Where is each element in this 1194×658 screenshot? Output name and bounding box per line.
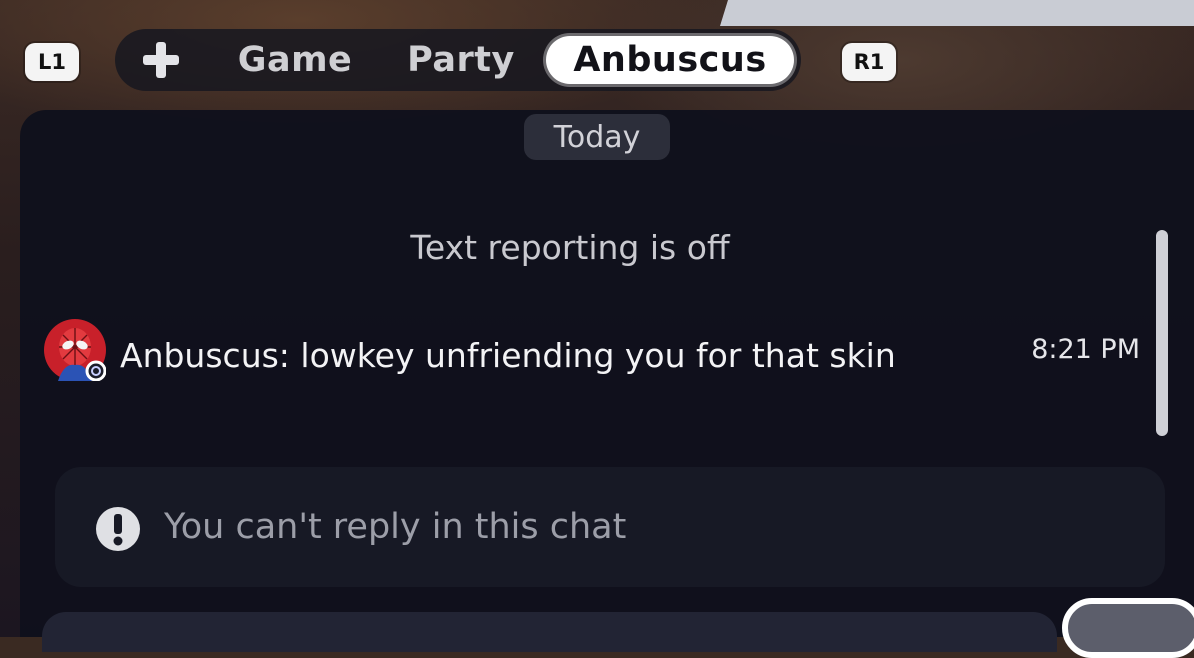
plus-icon xyxy=(143,42,179,78)
reply-disabled-text: You can't reply in this chat xyxy=(164,507,627,547)
spider-man-avatar-icon[interactable] xyxy=(44,319,107,382)
add-chat-button[interactable] xyxy=(139,42,183,78)
reporting-notice: Text reporting is off xyxy=(410,228,730,267)
message-timestamp: 8:21 PM xyxy=(1031,334,1140,365)
bottom-action-button[interactable] xyxy=(1062,598,1194,658)
tab-party[interactable]: Party xyxy=(403,39,519,81)
chat-message-text: Anbuscus: lowkey unfriending you for tha… xyxy=(120,336,896,375)
r1-bumper-badge[interactable]: R1 xyxy=(842,43,896,81)
background-highlight xyxy=(720,0,1194,26)
chat-scrollbar[interactable] xyxy=(1156,230,1168,436)
tab-anbuscus[interactable]: Anbuscus xyxy=(546,36,794,84)
bottom-input-bar xyxy=(42,612,1057,652)
date-separator: Today xyxy=(524,114,670,160)
exclamation-circle-icon xyxy=(95,506,141,552)
l1-bumper-badge[interactable]: L1 xyxy=(25,43,79,81)
tab-game[interactable]: Game xyxy=(233,39,357,81)
chat-tab-bar: Game Party Anbuscus xyxy=(115,29,801,91)
